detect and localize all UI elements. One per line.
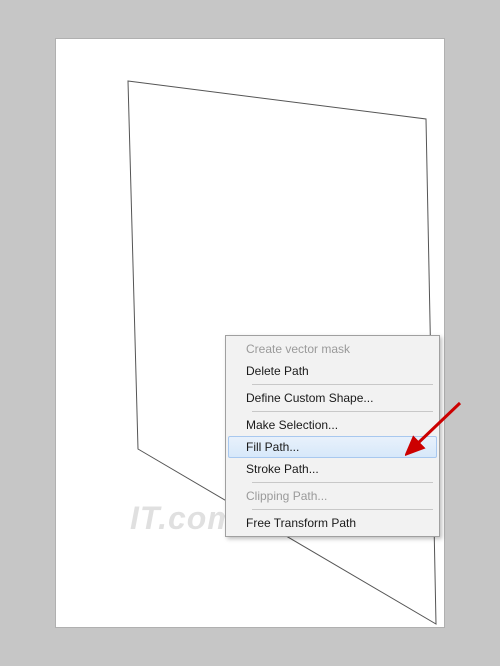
context-menu: Create vector maskDelete Path Define Cust… xyxy=(225,335,440,537)
menu-item-create-vector-mask: Create vector mask xyxy=(228,338,437,360)
canvas-area[interactable] xyxy=(55,38,445,628)
menu-separator xyxy=(252,384,433,385)
menu-separator xyxy=(252,509,433,510)
menu-item-define-custom-shape[interactable]: Define Custom Shape... xyxy=(228,387,437,409)
shape-path xyxy=(56,39,444,627)
menu-item-stroke-path[interactable]: Stroke Path... xyxy=(228,458,437,480)
menu-separator xyxy=(252,411,433,412)
menu-item-make-selection[interactable]: Make Selection... xyxy=(228,414,437,436)
menu-item-fill-path[interactable]: Fill Path... xyxy=(228,436,437,458)
menu-item-free-transform-path[interactable]: Free Transform Path xyxy=(228,512,437,534)
menu-separator xyxy=(252,482,433,483)
menu-item-clipping-path: Clipping Path... xyxy=(228,485,437,507)
menu-item-delete-path[interactable]: Delete Path xyxy=(228,360,437,382)
